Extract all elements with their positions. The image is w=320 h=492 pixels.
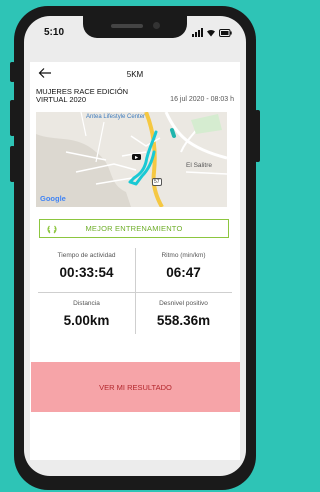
stat-value: 06:47	[166, 265, 201, 280]
stat-time: Tiempo de actividad 00:33:54	[38, 244, 135, 292]
stat-value: 5.00km	[63, 313, 110, 328]
top-bar: 5KM	[30, 62, 240, 84]
stat-value: 558.36m	[156, 313, 211, 328]
stats-grid: Tiempo de actividad 00:33:54 Ritmo (min/…	[38, 244, 232, 340]
laurel-icon	[47, 225, 57, 234]
view-result-button[interactable]: VER MI RESULTADO	[31, 362, 240, 412]
map-label-center: Antea Lifestyle Center	[86, 114, 146, 120]
signal-icon	[192, 28, 203, 37]
activity-card: 5KM MUJERES RACE EDICIÓN VIRTUAL 2020 16…	[30, 62, 240, 460]
front-camera	[153, 22, 160, 29]
stat-label: Distancia	[73, 300, 100, 307]
status-time: 5:10	[44, 27, 65, 38]
stat-value: 00:33:54	[59, 265, 114, 280]
battery-icon	[219, 29, 232, 37]
speaker	[111, 24, 143, 28]
stat-label: Desnivel positivo	[159, 300, 208, 307]
stat-elevation: Desnivel positivo 558.36m	[135, 292, 232, 340]
route-shield: 57	[152, 178, 162, 186]
route-path: ▶	[128, 130, 158, 186]
status-icons	[192, 28, 232, 37]
google-logo: Google	[40, 194, 66, 203]
notch	[83, 16, 187, 38]
page-title: 5KM	[126, 70, 144, 79]
map-label-town: El Salitre	[186, 162, 213, 169]
wifi-icon	[207, 29, 215, 37]
stat-label: Ritmo (min/km)	[161, 252, 206, 259]
phone-screen: 5:10 5KM MUJERES RACE EDICIÓN VIRTUAL 20…	[24, 16, 246, 476]
stat-pace: Ritmo (min/km) 06:47	[135, 244, 232, 292]
route-map[interactable]: ▶ Antea Lifestyle Center El Salitre 57 G…	[36, 112, 227, 207]
stat-label: Tiempo de actividad	[57, 252, 116, 259]
race-date: 16 jul 2020 - 08:03 h	[170, 96, 234, 103]
race-name: MUJERES RACE EDICIÓN VIRTUAL 2020	[36, 87, 129, 104]
best-training-label: MEJOR ENTRENAMIENTO	[85, 224, 183, 233]
best-training-badge: MEJOR ENTRENAMIENTO	[39, 219, 229, 238]
stat-distance: Distancia 5.00km	[38, 292, 135, 340]
